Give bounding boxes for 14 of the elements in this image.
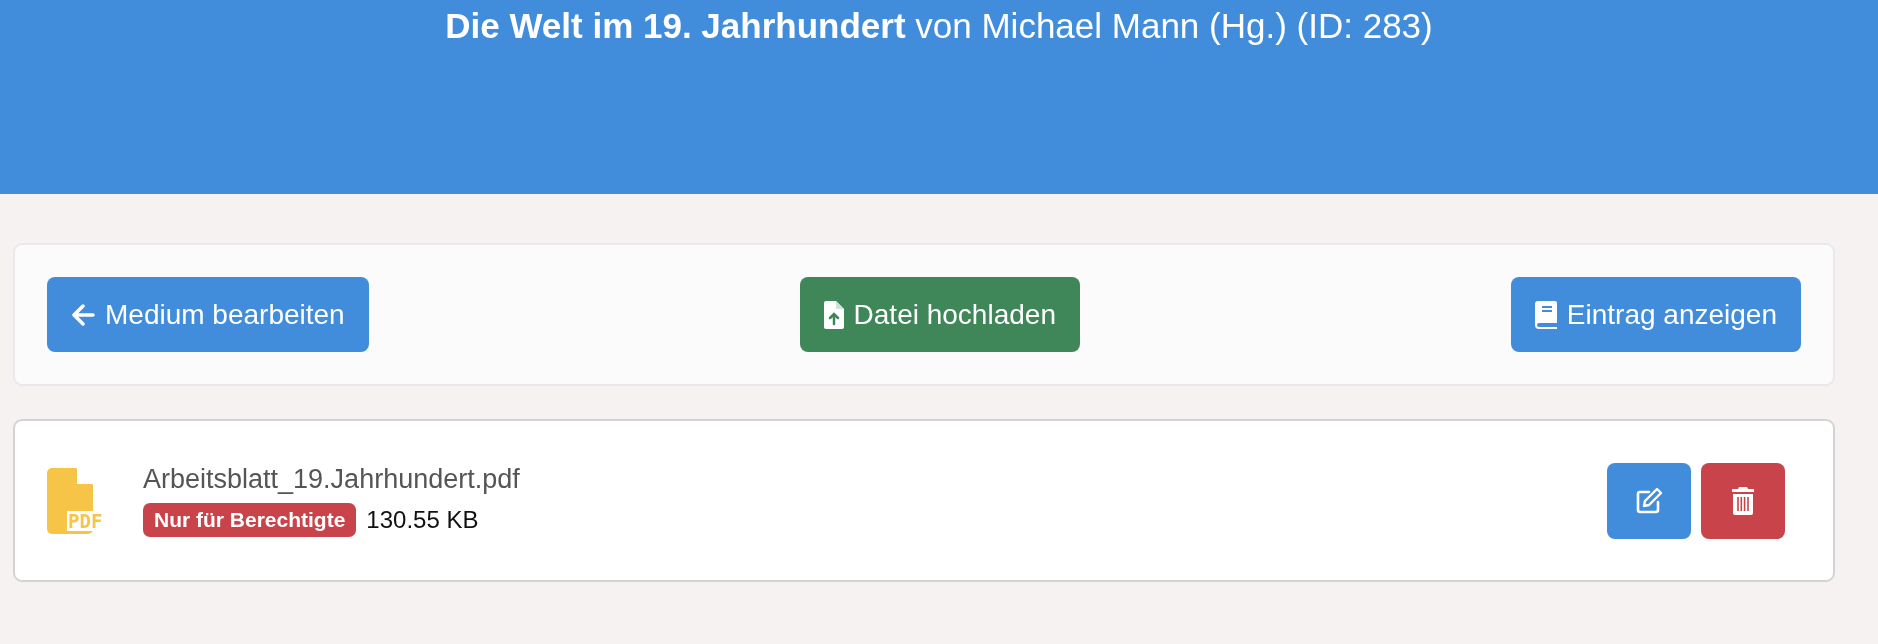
file-size: 130.55 KB xyxy=(366,506,479,534)
delete-button[interactable] xyxy=(1701,462,1785,539)
upload-file-button[interactable]: Datei hochladen xyxy=(799,277,1080,352)
edit-icon xyxy=(1635,486,1663,515)
access-badge: Nur für Berechtigte xyxy=(143,503,357,537)
file-upload-icon xyxy=(823,300,844,329)
view-entry-button[interactable]: Eintrag anzeigen xyxy=(1510,277,1801,352)
arrow-left-icon xyxy=(71,303,95,326)
edit-button[interactable] xyxy=(1607,462,1691,539)
file-name: Arbeitsblatt_19.Jahrhundert.pdf xyxy=(143,464,521,495)
book-icon xyxy=(1534,300,1557,329)
trash-icon xyxy=(1731,486,1755,515)
page-title: Die Welt im 19. Jahrhundert von Michael Mann (Hg.) (ID: 283) xyxy=(445,6,1433,46)
edit-medium-button[interactable]: Medium bearbeiten xyxy=(47,277,369,352)
